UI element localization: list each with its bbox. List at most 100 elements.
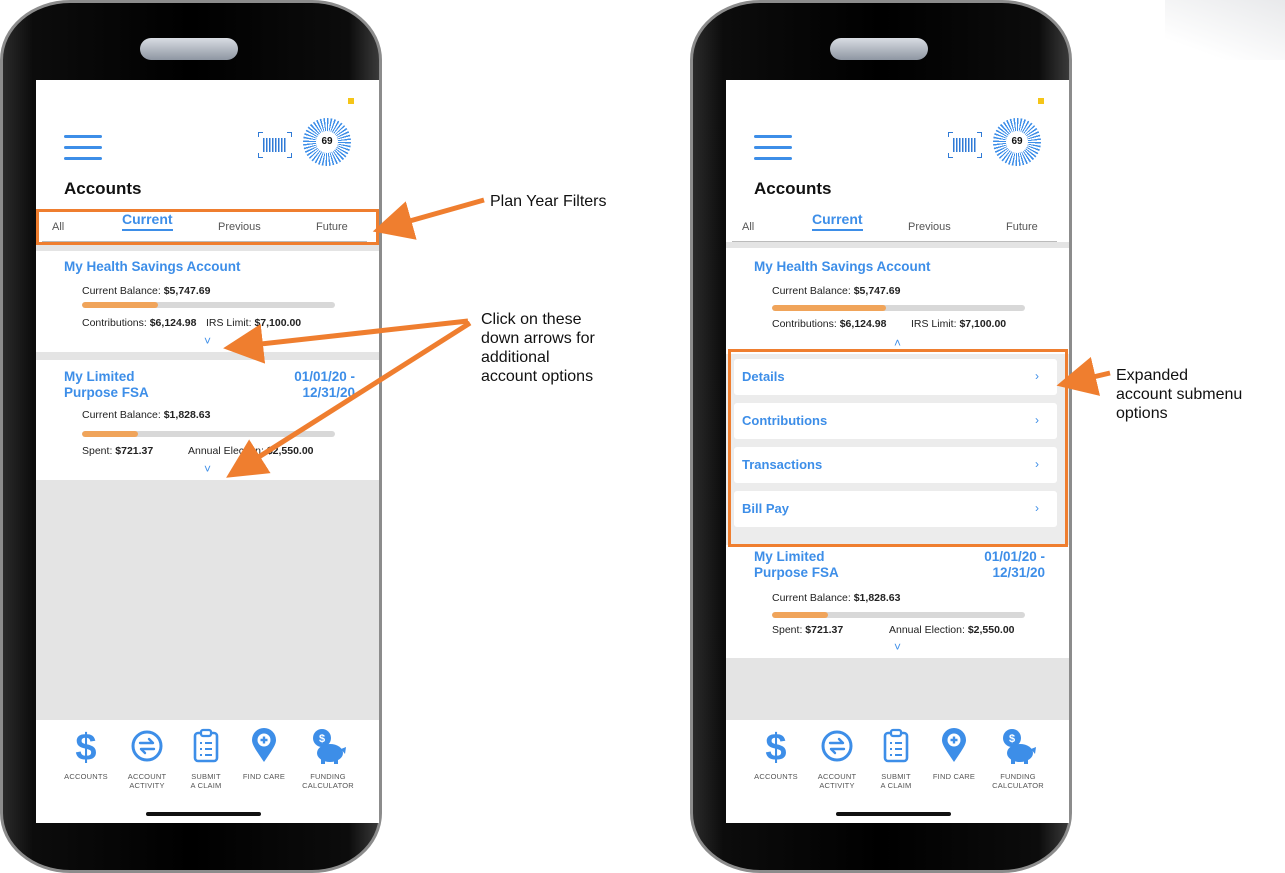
fsa-date-start: 01/01/20 - — [984, 549, 1045, 564]
hsa-progress-fill — [772, 305, 886, 311]
wellness-score-value: 69 — [316, 131, 338, 153]
tab-previous[interactable]: Previous — [908, 221, 951, 233]
fsa-spent-label: Spent: — [82, 445, 113, 457]
nav-account-activity[interactable]: ACCOUNT ACTIVITY — [807, 726, 867, 790]
fsa-name-line1: My Limited — [64, 369, 135, 384]
wellness-score-badge[interactable]: 69 — [303, 118, 351, 166]
fsa-account-name[interactable]: My Limited Purpose FSA — [64, 369, 149, 401]
fsa-progress-bar — [772, 612, 1025, 618]
fsa-date-end: 12/31/20 — [992, 565, 1045, 580]
home-indicator[interactable] — [146, 812, 261, 816]
fsa-spent-value: $721.37 — [805, 624, 844, 636]
wellness-score-badge[interactable]: 69 — [993, 118, 1041, 166]
nav-label: FUNDING CALCULATOR — [992, 772, 1044, 790]
hsa-irs-limit: IRS Limit: $7,100.00 — [206, 317, 301, 329]
svg-text:$: $ — [75, 727, 96, 765]
fsa-balance: Current Balance: $1,828.63 — [772, 592, 900, 604]
hsa-progress-bar — [772, 305, 1025, 311]
plan-year-filters-highlight — [36, 209, 379, 245]
tab-current[interactable]: Current — [812, 211, 863, 231]
nav-find-care[interactable]: FIND CARE — [924, 726, 984, 781]
page-title: Accounts — [754, 179, 832, 198]
nav-account-activity[interactable]: ACCOUNT ACTIVITY — [117, 726, 177, 790]
barcode-scanner-icon[interactable] — [948, 132, 982, 158]
nav-label: ACCOUNT ACTIVITY — [127, 772, 167, 790]
hsa-collapse-chevron-icon[interactable]: ˄ — [894, 336, 901, 350]
fsa-spent: Spent: $721.37 — [82, 445, 153, 457]
nav-label: ACCOUNTS — [754, 772, 798, 781]
hsa-account-name[interactable]: My Health Savings Account — [754, 259, 931, 275]
tab-future[interactable]: Future — [1006, 221, 1038, 233]
nav-label: FUNDING CALCULATOR — [302, 772, 354, 790]
hsa-contributions: Contributions: $6,124.98 — [772, 318, 886, 330]
fsa-balance: Current Balance: $1,828.63 — [82, 409, 210, 421]
fsa-date-end: 12/31/20 — [302, 385, 355, 400]
hsa-irs-limit: IRS Limit: $7,100.00 — [911, 318, 1006, 330]
submenu-highlight — [728, 349, 1068, 547]
nav-submit-claim[interactable]: SUBMIT A CLAIM — [176, 726, 236, 790]
hsa-expand-chevron-icon[interactable]: ˅ — [204, 334, 211, 348]
hsa-contributions-label: Contributions: — [82, 317, 147, 329]
hsa-balance-value: $5,747.69 — [853, 285, 901, 297]
hsa-balance-value: $5,747.69 — [163, 285, 211, 297]
nav-label: ACCOUNTS — [64, 772, 108, 781]
nav-label: FIND CARE — [932, 772, 976, 781]
background-sheen — [1165, 0, 1285, 60]
fsa-balance-value: $1,828.63 — [853, 592, 901, 604]
map-pin-plus-icon — [924, 726, 984, 766]
nav-funding-calculator[interactable]: $ FUNDING CALCULATOR — [298, 726, 358, 790]
nav-find-care[interactable]: FIND CARE — [234, 726, 294, 781]
svg-text:$: $ — [1009, 733, 1015, 745]
nav-accounts[interactable]: $ ACCOUNTS — [746, 726, 806, 781]
empty-area — [726, 658, 1069, 720]
piggy-bank-icon: $ — [298, 726, 358, 766]
status-indicator — [1038, 98, 1044, 104]
hsa-contributions-value: $6,124.98 — [839, 318, 887, 330]
fsa-progress-fill — [772, 612, 828, 618]
hsa-balance-label: Current Balance: — [772, 285, 851, 297]
menu-icon[interactable] — [64, 135, 102, 161]
fsa-annual-election-label: Annual Election: — [889, 624, 965, 636]
fsa-expand-chevron-icon[interactable]: ˅ — [894, 640, 901, 654]
fsa-spent-label: Spent: — [772, 624, 803, 636]
dollar-icon: $ — [746, 726, 806, 766]
barcode-scanner-icon[interactable] — [258, 132, 292, 158]
hsa-progress-bar — [82, 302, 335, 308]
bottom-navigation: $ ACCOUNTS ACCOUNT ACTIVITY SUBMIT A CLAIM — [36, 720, 379, 823]
nav-funding-calculator[interactable]: $ FUNDING CALCULATOR — [988, 726, 1048, 790]
nav-accounts[interactable]: $ ACCOUNTS — [56, 726, 116, 781]
hsa-irs-limit-value: $7,100.00 — [959, 318, 1007, 330]
page-title: Accounts — [64, 179, 142, 198]
hsa-balance: Current Balance: $5,747.69 — [82, 285, 210, 297]
fsa-annual-election: Annual Election: $2,550.00 — [889, 624, 1015, 636]
section-divider — [726, 242, 1069, 248]
hsa-irs-limit-label: IRS Limit: — [206, 317, 252, 329]
callout-plan-year-filters: Plan Year Filters — [490, 193, 607, 210]
fsa-account-name[interactable]: My Limited Purpose FSA — [754, 549, 839, 581]
fsa-spent: Spent: $721.37 — [772, 624, 843, 636]
fsa-annual-election-label: Annual Election: — [188, 445, 264, 457]
tab-all[interactable]: All — [742, 221, 754, 233]
menu-icon[interactable] — [754, 135, 792, 161]
piggy-bank-icon: $ — [988, 726, 1048, 766]
callout-down-arrows: Click on these down arrows for additiona… — [481, 311, 595, 385]
fsa-progress-bar — [82, 431, 335, 437]
left-phone: 69 Accounts All Current Previous Future … — [0, 0, 382, 873]
hsa-progress-fill — [82, 302, 158, 308]
home-indicator[interactable] — [836, 812, 951, 816]
fsa-expand-chevron-icon[interactable]: ˅ — [204, 462, 211, 476]
svg-text:$: $ — [319, 733, 325, 745]
fsa-plan-dates: 01/01/20 - 12/31/20 — [294, 369, 355, 401]
nav-submit-claim[interactable]: SUBMIT A CLAIM — [866, 726, 926, 790]
exchange-icon — [807, 726, 867, 766]
fsa-name-line2: Purpose FSA — [64, 385, 149, 400]
hsa-account-name[interactable]: My Health Savings Account — [64, 259, 241, 275]
arrow-expanded — [1056, 356, 1111, 396]
fsa-balance-label: Current Balance: — [772, 592, 851, 604]
exchange-icon — [117, 726, 177, 766]
phone-screen: 69 Accounts All Current Previous Future … — [36, 80, 379, 823]
fsa-annual-election-value: $2,550.00 — [266, 445, 314, 457]
hsa-irs-limit-value: $7,100.00 — [254, 317, 302, 329]
svg-text:$: $ — [765, 727, 786, 765]
plan-year-tabs: All Current Previous Future — [732, 211, 1057, 242]
